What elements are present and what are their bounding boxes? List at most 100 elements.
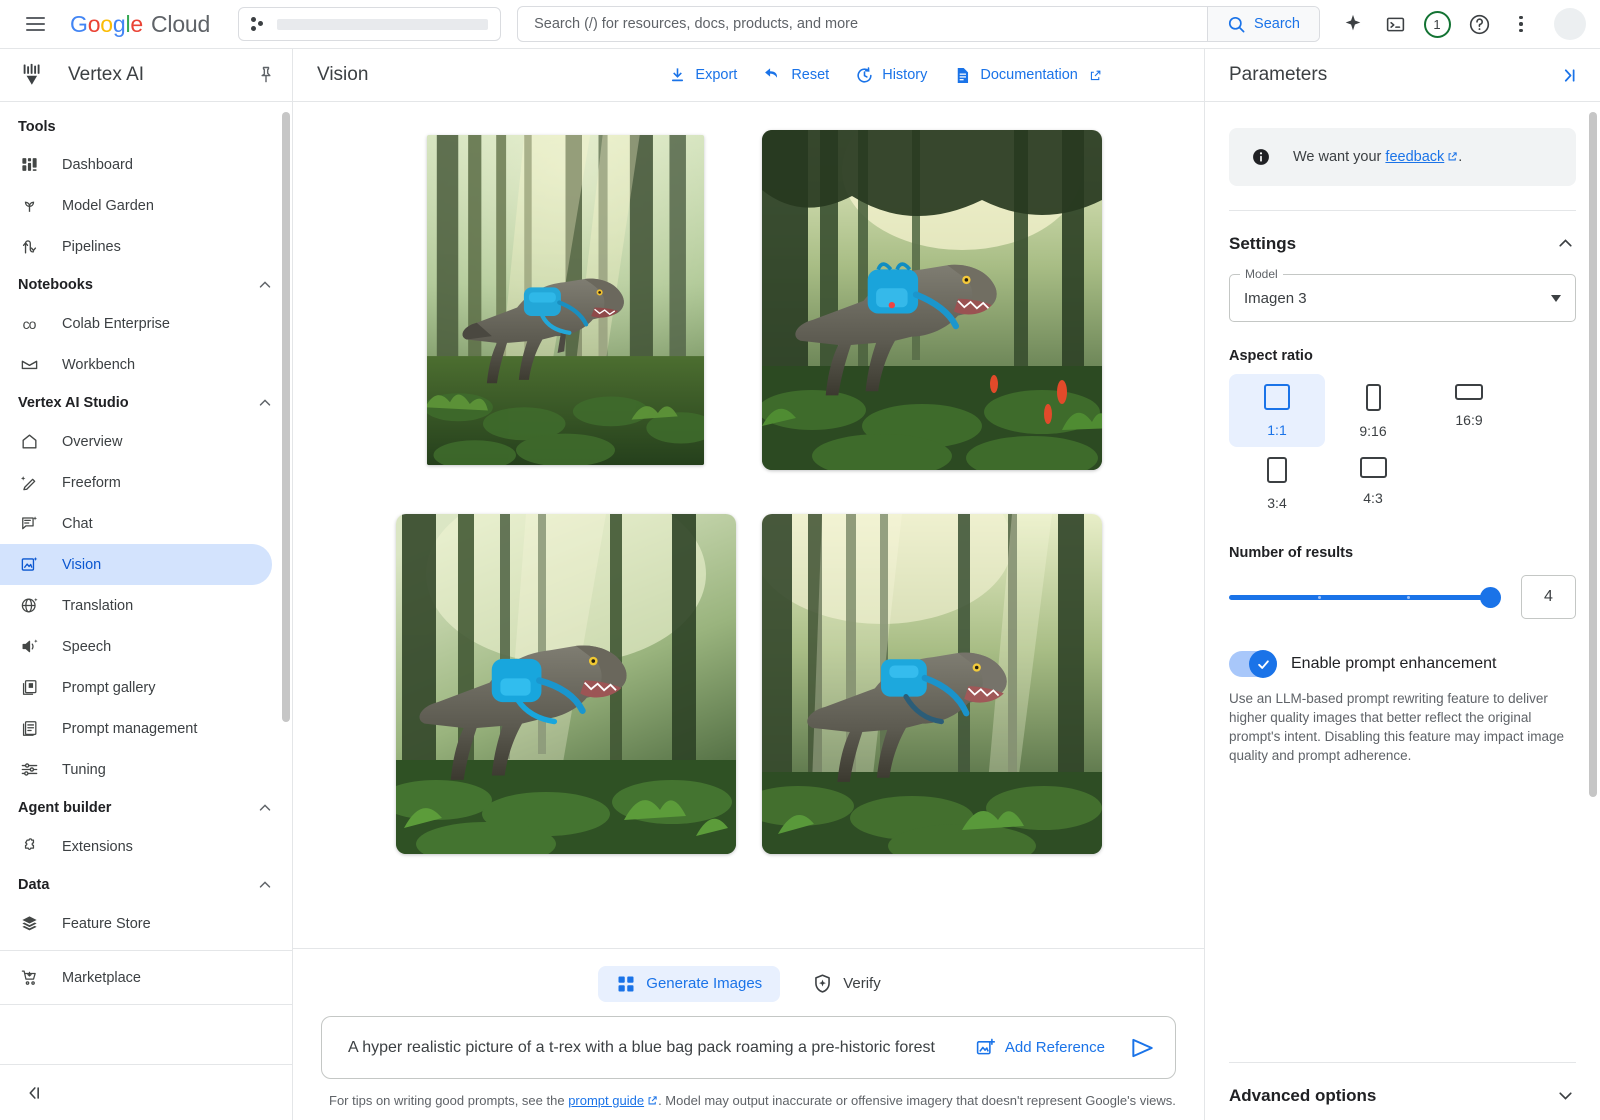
advanced-options-header[interactable]: Advanced options [1229,1063,1576,1120]
chevron-up-icon[interactable] [256,394,274,412]
chevron-up-icon[interactable] [256,876,274,894]
global-search[interactable]: Search [517,6,1320,42]
page-title: Vision [317,64,368,86]
add-image-icon [975,1037,996,1058]
prompt-input[interactable] [348,1039,957,1057]
prompt-input-row[interactable]: Add Reference [321,1016,1176,1079]
generated-image-2[interactable] [762,130,1102,470]
gemini-sparkle-icon[interactable] [1334,5,1372,43]
aspect-ratio-3-4[interactable]: 3:4 [1229,447,1325,519]
project-picker[interactable] [238,7,501,41]
number-of-results-value[interactable]: 4 [1521,575,1576,619]
sidebar-item-overview[interactable]: Overview [0,421,272,462]
workbench-icon [18,355,40,374]
chevron-down-icon[interactable] [1555,1085,1576,1106]
undo-arrow-icon [763,65,783,85]
send-button[interactable] [1123,1035,1155,1061]
more-options-kebab-icon[interactable] [1502,5,1540,43]
verify-label: Verify [843,975,881,992]
aspect-ratio-9-16[interactable]: 9:16 [1325,374,1421,447]
document-list-icon [18,719,40,738]
sidebar-item-label: Pipelines [62,239,121,255]
chevron-up-icon[interactable] [1555,233,1576,254]
verify-button[interactable]: Verify [794,965,899,1002]
sidebar-group-label: Vertex AI Studio [18,395,129,411]
vertex-ai-logo-icon [18,61,48,89]
add-reference-button[interactable]: Add Reference [975,1037,1105,1058]
help-icon[interactable] [1460,5,1498,43]
reset-label: Reset [791,67,829,83]
sidebar-group-notebooks[interactable]: Notebooks [0,267,292,303]
sidebar-item-feature-store[interactable]: Feature Store [0,903,272,944]
sidebar-item-prompt-gallery[interactable]: Prompt gallery [0,667,272,708]
number-of-results-slider[interactable] [1229,587,1499,607]
sidebar-item-extensions[interactable]: Extensions [0,826,272,867]
sidebar-group-agent-builder[interactable]: Agent builder [0,790,292,826]
sidebar-item-label: Model Garden [62,198,154,214]
account-avatar[interactable] [1554,8,1586,40]
sidebar-item-prompt-management[interactable]: Prompt management [0,708,272,749]
parameters-scrollbar[interactable] [1589,112,1597,797]
prompt-enhancement-toggle[interactable] [1229,651,1277,677]
sidebar-item-pipelines[interactable]: Pipelines [0,226,272,267]
search-button[interactable]: Search [1207,7,1319,41]
aspect-ratio-16-9[interactable]: 16:9 [1421,374,1517,447]
aspect-ratio-caption: 1:1 [1267,422,1286,438]
generated-image-3[interactable] [396,514,736,854]
reset-button[interactable]: Reset [763,65,829,85]
result-cell [762,130,1102,470]
sidebar-item-label: Feature Store [62,916,151,932]
search-input[interactable] [518,7,1207,41]
history-button[interactable]: History [855,66,927,85]
generate-images-button[interactable]: Generate Images [598,966,780,1002]
result-cell [396,130,736,470]
sidebar-item-label: Extensions [62,839,133,855]
sidebar-item-translation[interactable]: Translation [0,585,272,626]
home-icon [18,432,40,451]
aspect-ratio-4-3[interactable]: 4:3 [1325,447,1421,519]
puzzle-icon [18,837,40,856]
globe-sparkle-icon [18,596,40,615]
model-field-label: Model [1240,267,1283,281]
settings-section-header[interactable]: Settings [1229,211,1576,268]
sidebar-group-label: Tools [18,119,56,135]
sidebar-item-chat[interactable]: Chat [0,503,272,544]
slider-knob[interactable] [1480,587,1501,608]
generated-image-1[interactable] [427,135,704,465]
sidebar-item-model-garden[interactable]: Model Garden [0,185,272,226]
sidebar-item-vision[interactable]: Vision [0,544,272,585]
aspect-ratio-1-1[interactable]: 1:1 [1229,374,1325,447]
notifications-icon[interactable]: 1 [1418,5,1456,43]
export-button[interactable]: Export [668,66,737,85]
page-body: Vertex AI Tools Dashboard [0,49,1600,1120]
generated-image-4[interactable] [762,514,1102,854]
panel-collapse-right-icon[interactable] [1557,65,1578,86]
sidebar-item-workbench[interactable]: Workbench [0,344,272,385]
hamburger-icon[interactable] [16,5,54,43]
sidebar-item-tuning[interactable]: Tuning [0,749,272,790]
parameters-body: We want your feedback. Settings Model Im… [1205,102,1600,1120]
colab-icon: co [18,316,40,332]
pin-icon[interactable] [256,65,276,85]
cloud-shell-terminal-icon[interactable] [1376,5,1414,43]
sidebar-scrollbar[interactable] [282,112,290,722]
sidebar-collapse-button[interactable] [0,1064,292,1120]
sidebar-group-label: Agent builder [18,800,111,816]
portrait-shape-icon [1267,457,1287,483]
google-cloud-logo[interactable]: Google Cloud [70,11,210,38]
model-select[interactable]: Model Imagen 3 [1229,274,1576,322]
sidebar-item-label: Speech [62,639,111,655]
sidebar-item-marketplace[interactable]: Marketplace [0,957,272,998]
sidebar: Vertex AI Tools Dashboard [0,49,293,1120]
sidebar-group-vertex-ai-studio[interactable]: Vertex AI Studio [0,385,292,421]
sidebar-group-data[interactable]: Data [0,867,292,903]
sidebar-item-colab-enterprise[interactable]: co Colab Enterprise [0,303,272,344]
chevron-up-icon[interactable] [256,276,274,294]
sidebar-item-speech[interactable]: Speech [0,626,272,667]
prompt-guide-link[interactable]: prompt guide [568,1093,644,1108]
sidebar-item-dashboard[interactable]: Dashboard [0,144,272,185]
sidebar-item-freeform[interactable]: Freeform [0,462,272,503]
documentation-button[interactable]: Documentation [953,66,1102,85]
feedback-link[interactable]: feedback [1385,149,1444,165]
chevron-up-icon[interactable] [256,799,274,817]
